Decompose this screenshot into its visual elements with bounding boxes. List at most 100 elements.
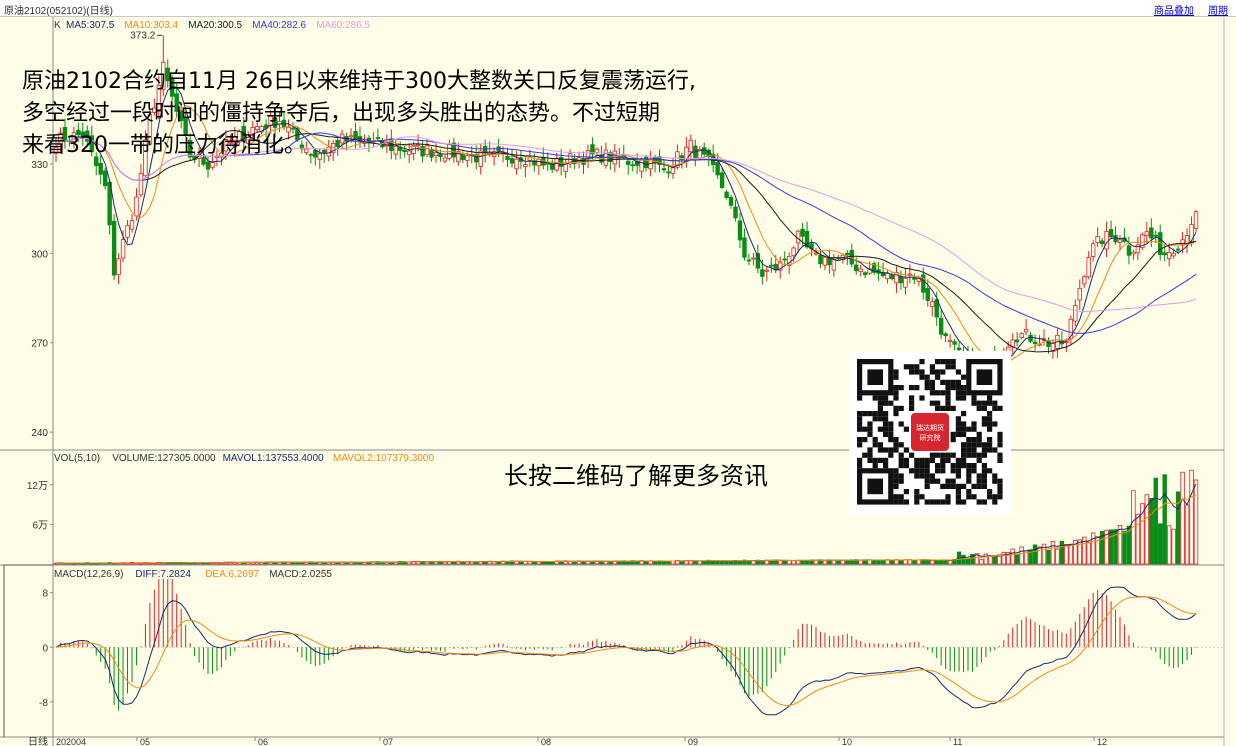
volume-bar[interactable]: [979, 559, 984, 565]
volume-bar[interactable]: [1014, 554, 1020, 565]
qr-module: [976, 473, 982, 479]
volume-bar[interactable]: [581, 561, 586, 565]
volume-bar[interactable]: [724, 560, 729, 565]
volume-bar[interactable]: [626, 561, 631, 565]
volume-bar[interactable]: [715, 560, 720, 565]
volume-bar[interactable]: [737, 560, 743, 565]
volume-bar[interactable]: [196, 562, 202, 565]
volume-bar[interactable]: [295, 562, 300, 565]
volume-bar[interactable]: [1059, 540, 1065, 565]
volume-bar[interactable]: [1171, 528, 1176, 565]
volume-bar[interactable]: [335, 562, 340, 565]
volume-bar[interactable]: [1019, 546, 1024, 565]
volume-bar[interactable]: [527, 561, 533, 565]
volume-bar[interactable]: [1149, 497, 1154, 565]
volume-bar[interactable]: [1166, 525, 1172, 565]
qr-module: [877, 400, 883, 406]
candle-body: [1086, 256, 1091, 278]
volume-bar[interactable]: [804, 560, 810, 565]
qr-module: [914, 385, 920, 391]
window-title: 原油2102(052102)(日线): [4, 6, 113, 17]
period-link[interactable]: 周期: [1208, 2, 1228, 17]
qr-module: [914, 499, 920, 505]
qr-module: [992, 447, 998, 453]
overlay-commodity-link[interactable]: 商品叠加: [1154, 2, 1194, 17]
volume-bar[interactable]: [858, 559, 863, 565]
candle[interactable]: [1193, 209, 1199, 232]
volume-bar[interactable]: [1162, 474, 1167, 565]
volume-bar[interactable]: [791, 560, 796, 565]
volume-bar[interactable]: [1180, 471, 1185, 565]
volume-bar[interactable]: [880, 559, 886, 565]
volume-bar[interactable]: [1010, 548, 1015, 565]
volume-bar[interactable]: [930, 560, 935, 565]
volume-bar[interactable]: [1108, 529, 1114, 565]
volume-bar[interactable]: [1184, 504, 1190, 565]
volume-bar[interactable]: [1064, 543, 1069, 565]
volume-bar[interactable]: [1086, 541, 1091, 565]
qr-module: [976, 499, 982, 505]
volume-bar[interactable]: [442, 561, 448, 565]
volume-bar[interactable]: [1122, 530, 1127, 565]
volume-bar[interactable]: [988, 556, 993, 565]
volume-bar[interactable]: [912, 560, 917, 565]
candle[interactable]: [1140, 232, 1145, 250]
qr-module: [976, 405, 982, 411]
volume-bar[interactable]: [1193, 479, 1199, 565]
volume-bar[interactable]: [871, 560, 877, 565]
volume-bar[interactable]: [1032, 544, 1038, 565]
volume-bar[interactable]: [947, 560, 953, 565]
volume-bar[interactable]: [1046, 549, 1051, 565]
volume-bar[interactable]: [424, 561, 430, 565]
qr-code[interactable]: 瑞达期货 研究院: [849, 351, 1011, 516]
volume-bar[interactable]: [187, 562, 193, 565]
period-label: 日线: [28, 735, 48, 746]
qr-finder-center: [867, 478, 883, 495]
volume-bar[interactable]: [822, 560, 828, 565]
volume-bar[interactable]: [934, 559, 939, 565]
qr-module: [924, 457, 930, 463]
qr-module: [893, 468, 899, 474]
volume-bar[interactable]: [666, 561, 671, 565]
volume-bar[interactable]: [1050, 540, 1056, 565]
volume-bar[interactable]: [71, 563, 77, 565]
volume-bar[interactable]: [1135, 513, 1141, 565]
candle-body: [1104, 230, 1109, 250]
volume-bar[interactable]: [845, 559, 850, 565]
volume-bar[interactable]: [876, 559, 881, 565]
volume-bar[interactable]: [782, 560, 787, 565]
volume-bar[interactable]: [961, 554, 966, 565]
volume-bar[interactable]: [608, 561, 613, 565]
candle-body: [1073, 305, 1078, 322]
volume-bar[interactable]: [840, 560, 846, 565]
volume-bar[interactable]: [634, 560, 640, 565]
volume-bar[interactable]: [451, 561, 457, 565]
volume-bar[interactable]: [778, 560, 783, 565]
volume-bar[interactable]: [1055, 548, 1060, 565]
volume-bar[interactable]: [965, 558, 971, 565]
volume-bar[interactable]: [469, 561, 474, 565]
volume-bar[interactable]: [567, 561, 573, 565]
x-tick-label: 202004: [56, 737, 86, 746]
volume-bar[interactable]: [1189, 469, 1194, 565]
volume-bar[interactable]: [1117, 524, 1123, 565]
volume-bar[interactable]: [1001, 551, 1006, 565]
volume-bar[interactable]: [1090, 532, 1096, 565]
volume-bar[interactable]: [836, 559, 841, 565]
candle-body: [670, 167, 676, 174]
volume-bar[interactable]: [1077, 539, 1082, 565]
volume-bar[interactable]: [1158, 523, 1163, 565]
volume-bar[interactable]: [1153, 477, 1158, 565]
qr-module: [981, 473, 987, 479]
candle[interactable]: [111, 214, 117, 281]
volume-bar[interactable]: [693, 560, 698, 565]
volume-bar[interactable]: [898, 559, 904, 565]
volume-bar[interactable]: [786, 560, 792, 565]
volume-bar[interactable]: [746, 560, 752, 565]
volume-bar[interactable]: [536, 561, 542, 565]
volume-bar[interactable]: [719, 560, 725, 565]
volume-bar[interactable]: [992, 555, 998, 565]
volume-bar[interactable]: [751, 560, 756, 565]
volume-bar[interactable]: [1068, 544, 1074, 565]
candle[interactable]: [102, 167, 108, 190]
